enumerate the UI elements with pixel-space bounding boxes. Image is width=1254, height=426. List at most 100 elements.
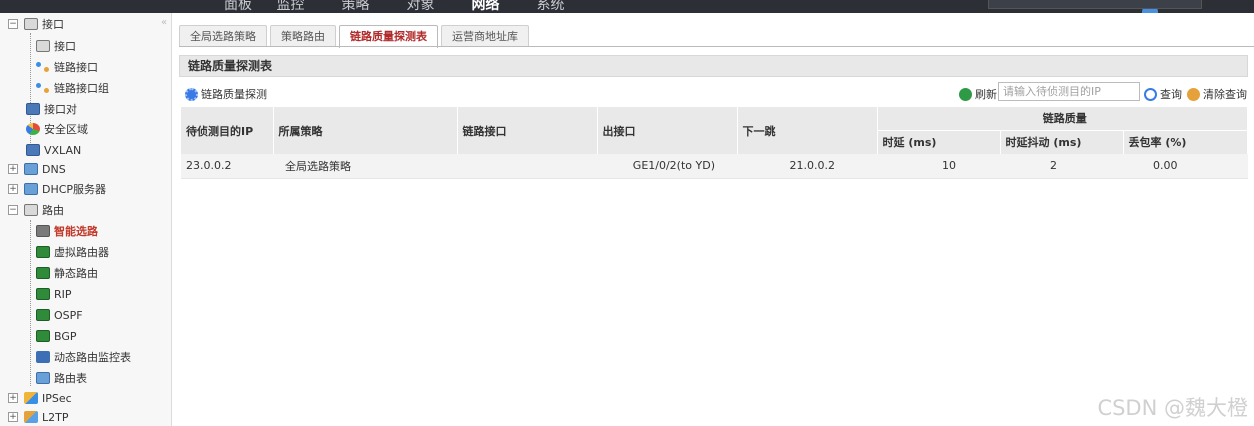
sidebar-item-routing[interactable]: − 路由 (8, 200, 64, 220)
tree-guide-line (30, 220, 31, 386)
query-button[interactable]: 查询 (1144, 86, 1182, 102)
sidebar-item-label: 智能选路 (54, 225, 98, 238)
static-route-icon (36, 267, 50, 279)
sidebar-item-static-route[interactable]: 静态路由 (36, 263, 98, 283)
dynamic-route-monitor-icon (36, 351, 50, 363)
cell-jitter: 2 (1000, 154, 1123, 179)
cell-loss: 0.00 (1123, 154, 1248, 179)
col-delay[interactable]: 时延 (ms) (877, 130, 1001, 154)
sidebar-item-dhcp[interactable]: + DHCP服务器 (8, 179, 106, 199)
security-zone-icon (26, 123, 40, 135)
sidebar-item-ospf[interactable]: OSPF (36, 305, 83, 325)
sidebar-item-label: DHCP服务器 (42, 183, 107, 196)
sidebar-item-l2tp[interactable]: + L2TP (8, 407, 68, 426)
sidebar-item-label: IPSec (42, 391, 72, 405)
nav-dashboard[interactable]: 面板 (218, 0, 258, 13)
bgp-icon (36, 330, 50, 342)
nav-policy[interactable]: 策略 (323, 0, 388, 13)
tab-global-routing-policy[interactable]: 全局选路策略 (179, 25, 267, 47)
sidebar-item-interface[interactable]: 接口 (36, 36, 76, 56)
col-next-hop[interactable]: 下一跳 (737, 107, 878, 154)
nav-network[interactable]: 网络 (453, 0, 518, 13)
sidebar-item-label: 虚拟路由器 (54, 246, 109, 259)
sidebar-item-label: 静态路由 (54, 267, 98, 280)
sidebar-item-label: 链路接口组 (54, 82, 109, 95)
vxlan-icon (26, 144, 40, 156)
ipsec-icon (24, 392, 38, 404)
col-jitter[interactable]: 时延抖动 (ms) (1000, 130, 1124, 154)
sidebar-item-interface-group[interactable]: − 接口 (8, 14, 64, 34)
sidebar-item-label: 路由表 (54, 372, 87, 385)
sidebar-item-rip[interactable]: RIP (36, 284, 72, 304)
l2tp-icon (24, 411, 38, 423)
global-search-input[interactable] (988, 0, 1202, 9)
col-link-interface[interactable]: 链路接口 (457, 107, 598, 154)
sidebar-item-security-zone[interactable]: 安全区域 (26, 119, 88, 139)
sidebar-item-route-table[interactable]: 路由表 (36, 368, 87, 388)
sidebar-item-label: BGP (54, 329, 77, 343)
col-policy[interactable]: 所属策略 (273, 107, 458, 154)
sidebar-item-label: OSPF (54, 308, 83, 322)
routing-folder-icon (24, 204, 38, 216)
clear-icon (1187, 87, 1200, 101)
clear-query-button[interactable]: 清除查询 (1187, 86, 1247, 102)
sidebar: « − 接口 接口 链路接口 链路接口组 接口对 安全区域 VXLAN + DN… (0, 13, 172, 426)
collapse-icon[interactable]: − (8, 19, 18, 29)
sidebar-item-label: 接口 (42, 18, 64, 31)
refresh-button[interactable]: 刷新 (959, 86, 997, 102)
gear-icon (185, 87, 198, 101)
sidebar-item-virtual-router[interactable]: 虚拟路由器 (36, 242, 109, 262)
panel-title: 链路质量探测表 (179, 55, 1248, 77)
interface-icon (36, 40, 50, 52)
probe-button-label: 链路质量探测 (201, 88, 267, 101)
smart-routing-icon (36, 225, 50, 237)
sidebar-item-label: 动态路由监控表 (54, 351, 131, 364)
sidebar-item-interface-pair[interactable]: 接口对 (26, 99, 77, 119)
sidebar-item-label: 接口 (54, 40, 76, 53)
sidebar-item-dns[interactable]: + DNS (8, 159, 66, 179)
tab-link-quality-probe[interactable]: 链路质量探测表 (339, 25, 438, 48)
rip-icon (36, 288, 50, 300)
sidebar-item-vxlan[interactable]: VXLAN (26, 140, 81, 160)
sidebar-item-label: RIP (54, 287, 72, 301)
tab-policy-routing[interactable]: 策略路由 (270, 25, 336, 47)
search-icon (1144, 87, 1157, 101)
interface-folder-icon (24, 18, 38, 30)
table-row[interactable]: 23.0.0.2 全局选路策略 GE1/0/2(to YD) 21.0.0.2 … (181, 154, 1248, 179)
expand-icon[interactable]: + (8, 393, 18, 403)
cell-link-interface (457, 154, 597, 179)
virtual-router-icon (36, 246, 50, 258)
nav-object[interactable]: 对象 (388, 0, 453, 13)
ospf-icon (36, 309, 50, 321)
nav-monitor[interactable]: 监控 (258, 0, 323, 13)
expand-icon[interactable]: + (8, 164, 18, 174)
col-loss[interactable]: 丢包率 (%) (1123, 130, 1248, 154)
collapse-sidebar-icon[interactable]: « (161, 17, 167, 28)
sidebar-item-ipsec[interactable]: + IPSec (8, 388, 72, 408)
toolbar: 链路质量探测 刷新 查询 清除查询 (179, 81, 1248, 105)
sidebar-item-dynamic-route-monitor[interactable]: 动态路由监控表 (36, 347, 131, 367)
collapse-icon[interactable]: − (8, 205, 18, 215)
col-group-link-quality: 链路质量 (877, 107, 1248, 131)
refresh-icon (959, 87, 972, 101)
sidebar-item-bgp[interactable]: BGP (36, 326, 77, 346)
link-interface-group-icon (36, 82, 50, 94)
expand-icon[interactable]: + (8, 184, 18, 194)
top-nav-bar: 面板 监控 策略 对象 网络 系统 (0, 0, 1254, 13)
tab-isp-address-library[interactable]: 运营商地址库 (441, 25, 529, 47)
sidebar-item-link-interface[interactable]: 链路接口 (36, 57, 98, 77)
sidebar-item-label: 接口对 (44, 103, 77, 116)
col-out-interface[interactable]: 出接口 (597, 107, 738, 154)
expand-icon[interactable]: + (8, 412, 18, 422)
sidebar-item-label: 路由 (42, 204, 64, 217)
main-content: 全局选路策略 策略路由 链路质量探测表 运营商地址库 链路质量探测表 链路质量探… (179, 13, 1254, 426)
col-dest-ip[interactable]: 待侦测目的IP (181, 107, 274, 154)
clear-button-label: 清除查询 (1203, 88, 1247, 101)
sidebar-item-smart-routing[interactable]: 智能选路 (36, 221, 98, 241)
nav-system[interactable]: 系统 (518, 0, 583, 13)
link-quality-probe-button[interactable]: 链路质量探测 (185, 86, 267, 102)
watermark: CSDN @魏大橙 (1097, 396, 1248, 420)
dest-ip-search-input[interactable] (998, 82, 1140, 101)
sidebar-item-link-interface-group[interactable]: 链路接口组 (36, 78, 109, 98)
tab-bar: 全局选路策略 策略路由 链路质量探测表 运营商地址库 (179, 25, 532, 48)
